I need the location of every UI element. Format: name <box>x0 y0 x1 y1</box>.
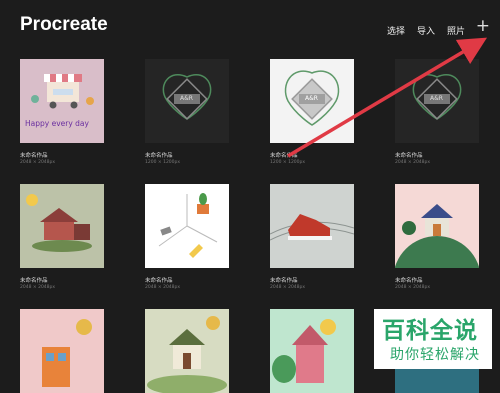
plant-sketch-illustration <box>158 193 218 258</box>
watermark-subtitle: 助你轻松解决 <box>390 347 480 363</box>
artwork-thumbnail[interactable] <box>20 309 104 393</box>
townhouse-illustration <box>42 319 92 387</box>
artwork-dimensions: 2048 × 2048px <box>145 285 181 290</box>
artwork-tile[interactable]: A&R 未命名作品 1200 × 1200px <box>270 59 354 165</box>
thumbnail-caption: A&R <box>305 95 318 102</box>
castle-illustration <box>272 319 336 383</box>
artwork-dimensions: 2048 × 2048px <box>395 285 431 290</box>
artwork-tile[interactable]: 未命名作品 2048 × 2048px <box>395 184 479 290</box>
artwork-tile[interactable] <box>270 309 354 393</box>
artwork-thumbnail[interactable] <box>145 309 229 393</box>
artwork-title: 未命名作品 <box>20 278 48 284</box>
artwork-thumbnail[interactable]: A&R <box>270 59 354 143</box>
sneaker-illustration <box>270 214 354 241</box>
artwork-dimensions: 1200 × 1200px <box>145 160 181 165</box>
artwork-title: 未命名作品 <box>395 278 423 284</box>
gallery-actions: 选择 导入 照片 <box>387 24 465 37</box>
artwork-thumbnail[interactable]: A&R <box>145 59 229 143</box>
artwork-thumbnail[interactable] <box>270 184 354 268</box>
artwork-title: 未命名作品 <box>270 153 298 159</box>
artwork-tile[interactable]: 未命名作品 2048 × 2048px <box>20 184 104 290</box>
import-button[interactable]: 导入 <box>417 24 435 37</box>
artwork-tile[interactable]: 未命名作品 2048 × 2048px <box>270 184 354 290</box>
artwork-thumbnail[interactable]: Happy every day <box>20 59 104 143</box>
artwork-tile[interactable] <box>145 309 229 393</box>
artwork-title: 未命名作品 <box>20 153 48 159</box>
cottage-hill-illustration <box>395 204 479 268</box>
artwork-tile[interactable] <box>20 309 104 393</box>
thumbnail-caption: Happy every day <box>25 119 89 128</box>
artwork-dimensions: 1200 × 1200px <box>270 160 306 165</box>
artwork-thumbnail[interactable] <box>20 184 104 268</box>
artwork-dimensions: 2048 × 2048px <box>20 160 56 165</box>
artwork-dimensions: 2048 × 2048px <box>270 285 306 290</box>
select-button[interactable]: 选择 <box>387 24 405 37</box>
village-house-illustration <box>147 316 227 393</box>
artwork-tile[interactable]: A&R 未命名作品 2048 × 2048px <box>395 59 479 165</box>
artwork-dimensions: 2048 × 2048px <box>395 160 431 165</box>
artwork-tile[interactable]: 未命名作品 2048 × 2048px <box>145 184 229 290</box>
artwork-tile[interactable]: Happy every day 未命名作品 2048 × 2048px <box>20 59 104 165</box>
photo-button[interactable]: 照片 <box>447 24 465 37</box>
thumbnail-caption: A&R <box>430 95 443 102</box>
watermark-badge: 百科全说 助你轻松解决 <box>374 309 492 369</box>
thumbnail-caption: A&R <box>180 95 193 102</box>
artwork-tile[interactable]: A&R 未命名作品 1200 × 1200px <box>145 59 229 165</box>
top-bar: Procreate 选择 导入 照片 + <box>0 0 500 52</box>
house-illustration <box>26 194 92 252</box>
artwork-dimensions: 2048 × 2048px <box>20 285 56 290</box>
artwork-thumbnail[interactable] <box>395 184 479 268</box>
watermark-title: 百科全说 <box>382 318 478 344</box>
artwork-title: 未命名作品 <box>270 278 298 284</box>
artwork-thumbnail[interactable] <box>270 309 354 393</box>
artwork-thumbnail[interactable]: A&R <box>395 59 479 143</box>
food-cart-illustration <box>31 74 94 109</box>
artwork-title: 未命名作品 <box>145 278 173 284</box>
artwork-thumbnail[interactable] <box>145 184 229 268</box>
artwork-title: 未命名作品 <box>395 153 423 159</box>
plus-icon[interactable]: + <box>476 18 490 35</box>
artwork-title: 未命名作品 <box>145 153 173 159</box>
app-title: Procreate <box>20 14 108 35</box>
